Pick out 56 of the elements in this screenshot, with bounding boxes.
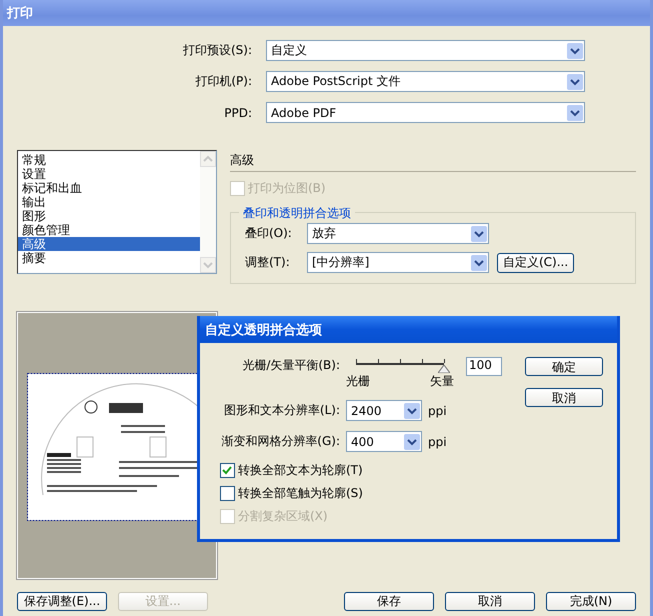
section-title: 高级 — [230, 152, 255, 169]
chevron-down-icon — [404, 434, 420, 450]
field-label: 渐变和网格分辨率(G): — [220, 433, 340, 450]
chevron-down-icon — [471, 254, 487, 270]
slider-min-label: 光栅 — [346, 373, 370, 390]
category-item[interactable]: 图形 — [18, 209, 200, 223]
slider-max-label: 矢量 — [430, 373, 454, 390]
checkbox[interactable] — [220, 463, 235, 478]
dialog-button[interactable]: 保存 — [344, 592, 434, 611]
field-label: 打印机(P): — [194, 73, 252, 90]
dialog-title: 自定义透明拼合选项 — [205, 322, 322, 338]
scroll-down-icon[interactable] — [200, 257, 216, 273]
field-label: PPD: — [223, 106, 252, 120]
customize-button[interactable]: 自定义(C)... — [497, 252, 574, 272]
dropdown[interactable]: 放弃 — [307, 223, 489, 244]
checkbox-label: 转换全部笔触为轮廓(S) — [238, 485, 363, 502]
field-label: 叠印(O): — [245, 225, 293, 242]
dropdown[interactable]: Adobe PDF — [266, 102, 585, 123]
checkbox-label: 转换全部文本为轮廓(T) — [238, 462, 363, 479]
window-title: 打印 — [7, 5, 33, 22]
category-item[interactable]: 摘要 — [18, 251, 200, 265]
dialog-button[interactable]: 完成(N) — [546, 592, 636, 611]
checkbox-label: 打印为位图(B) — [248, 180, 326, 197]
field-label: 图形和文本分辨率(L): — [222, 402, 340, 419]
category-item[interactable]: 设置 — [18, 167, 200, 181]
category-item[interactable]: 高级 — [18, 237, 200, 251]
chevron-down-icon — [567, 104, 583, 120]
scrollbar[interactable] — [200, 151, 216, 273]
dropdown[interactable]: 2400 — [346, 400, 422, 421]
scroll-up-icon[interactable] — [200, 151, 216, 167]
dropdown[interactable]: 400 — [346, 431, 422, 452]
dropdown[interactable]: Adobe PostScript 文件 — [266, 71, 585, 92]
dropdown[interactable]: [中分辨率] — [307, 252, 489, 273]
unit-label: ppi — [428, 404, 447, 418]
slider-thumb[interactable] — [438, 365, 450, 373]
chevron-down-icon — [567, 74, 583, 90]
category-item[interactable]: 输出 — [18, 195, 200, 209]
checkbox[interactable] — [220, 486, 235, 501]
unit-label: ppi — [428, 434, 447, 448]
chevron-down-icon — [471, 226, 487, 242]
dialog-button[interactable]: 取消 — [525, 388, 603, 407]
checkbox-label: 分割复杂区域(X) — [238, 508, 328, 525]
category-item[interactable]: 颜色管理 — [18, 223, 200, 237]
category-item[interactable]: 标记和出血 — [18, 181, 200, 195]
field-label: 调整(T): — [245, 254, 291, 271]
dropdown[interactable]: 自定义 — [266, 40, 585, 61]
chevron-down-icon — [404, 402, 420, 418]
dialog-button[interactable]: 保存调整(E)... — [17, 592, 107, 611]
chevron-down-icon — [567, 42, 583, 58]
category-item[interactable]: 常规 — [18, 153, 200, 167]
input-field[interactable]: 100 — [466, 357, 502, 376]
group-title: 叠印和透明拼合选项 — [239, 205, 355, 222]
dialog-button[interactable]: 确定 — [525, 357, 603, 376]
slider-label: 光栅/矢量平衡(B): — [241, 357, 340, 374]
dialog-button[interactable]: 取消 — [445, 592, 535, 611]
field-label: 打印预设(S): — [182, 42, 252, 59]
